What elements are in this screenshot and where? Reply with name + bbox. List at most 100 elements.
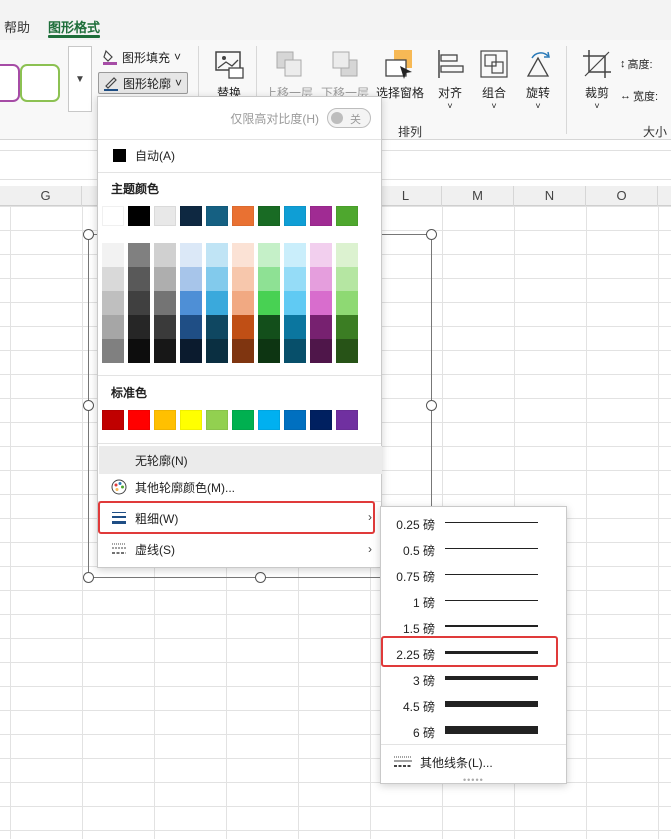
color-swatch[interactable] xyxy=(336,315,358,339)
resize-handle[interactable] xyxy=(83,572,94,583)
color-swatch[interactable] xyxy=(154,291,176,315)
dashes-item[interactable]: 虚线(S) › xyxy=(99,535,382,563)
color-swatch[interactable] xyxy=(336,206,358,226)
color-swatch[interactable] xyxy=(336,291,358,315)
color-swatch[interactable] xyxy=(258,315,280,339)
weight-option[interactable]: 0.75 磅 xyxy=(382,561,567,587)
color-swatch[interactable] xyxy=(128,410,150,430)
color-swatch[interactable] xyxy=(180,315,202,339)
color-swatch[interactable] xyxy=(284,206,306,226)
color-swatch[interactable] xyxy=(284,267,306,291)
shape-style-thumbnail[interactable] xyxy=(0,64,20,102)
color-swatch[interactable] xyxy=(154,315,176,339)
shape-styles-more-button[interactable]: ▼ xyxy=(68,46,92,112)
color-swatch[interactable] xyxy=(258,339,280,363)
color-swatch[interactable] xyxy=(180,339,202,363)
shape-fill-button[interactable]: 图形填充 ˅ xyxy=(98,46,188,68)
color-swatch[interactable] xyxy=(310,206,332,226)
color-swatch[interactable] xyxy=(154,206,176,226)
color-swatch[interactable] xyxy=(336,339,358,363)
color-swatch[interactable] xyxy=(102,206,124,226)
color-swatch[interactable] xyxy=(258,410,280,430)
color-swatch[interactable] xyxy=(284,243,306,267)
no-outline-item[interactable]: 无轮廓(N) xyxy=(99,446,382,474)
color-swatch[interactable] xyxy=(128,315,150,339)
color-swatch[interactable] xyxy=(206,291,228,315)
color-swatch[interactable] xyxy=(102,291,124,315)
more-lines-item[interactable]: 其他线条(L)... xyxy=(382,749,567,775)
column-header-g[interactable]: G xyxy=(10,186,82,206)
color-swatch[interactable] xyxy=(336,410,358,430)
color-swatch[interactable] xyxy=(128,291,150,315)
color-swatch[interactable] xyxy=(310,291,332,315)
color-swatch[interactable] xyxy=(102,410,124,430)
color-swatch[interactable] xyxy=(232,206,254,226)
color-swatch[interactable] xyxy=(154,267,176,291)
color-swatch[interactable] xyxy=(310,339,332,363)
color-swatch[interactable] xyxy=(284,291,306,315)
resize-handle[interactable] xyxy=(83,229,94,240)
color-swatch[interactable] xyxy=(258,267,280,291)
color-swatch[interactable] xyxy=(128,267,150,291)
color-swatch[interactable] xyxy=(310,315,332,339)
color-swatch[interactable] xyxy=(180,410,202,430)
color-swatch[interactable] xyxy=(102,339,124,363)
color-swatch[interactable] xyxy=(180,267,202,291)
color-swatch[interactable] xyxy=(336,243,358,267)
resize-handle[interactable] xyxy=(83,400,94,411)
color-swatch[interactable] xyxy=(206,410,228,430)
weight-option[interactable]: 1 磅 xyxy=(382,587,567,613)
tab-help[interactable]: 帮助 xyxy=(4,17,30,36)
color-swatch[interactable] xyxy=(258,291,280,315)
color-swatch[interactable] xyxy=(284,410,306,430)
resize-handle[interactable] xyxy=(255,572,266,583)
color-swatch[interactable] xyxy=(232,243,254,267)
color-swatch[interactable] xyxy=(128,339,150,363)
rotate-button[interactable]: 旋转 ˅ xyxy=(509,48,567,112)
resize-handle[interactable] xyxy=(426,400,437,411)
menu-resize-grip[interactable]: ••••• xyxy=(463,775,484,785)
color-swatch[interactable] xyxy=(310,267,332,291)
color-swatch[interactable] xyxy=(154,243,176,267)
weight-option[interactable]: 0.5 磅 xyxy=(382,535,567,561)
color-swatch[interactable] xyxy=(154,339,176,363)
shape-style-thumbnail[interactable] xyxy=(20,64,60,102)
weight-option[interactable]: 4.5 磅 xyxy=(382,691,567,717)
color-swatch[interactable] xyxy=(180,243,202,267)
shape-outline-button[interactable]: 图形轮廓 ˅ xyxy=(98,72,188,94)
color-swatch[interactable] xyxy=(284,339,306,363)
color-swatch[interactable] xyxy=(284,315,306,339)
color-swatch[interactable] xyxy=(232,339,254,363)
color-swatch[interactable] xyxy=(232,315,254,339)
more-outline-colors-item[interactable]: 其他轮廓颜色(M)... xyxy=(99,473,382,501)
color-swatch[interactable] xyxy=(258,243,280,267)
color-swatch[interactable] xyxy=(206,339,228,363)
color-swatch[interactable] xyxy=(206,315,228,339)
shape-height-field[interactable]: ↕ 高度: xyxy=(620,56,653,72)
column-header-n[interactable]: N xyxy=(514,186,586,206)
weight-option[interactable]: 3 磅 xyxy=(382,665,567,691)
color-swatch[interactable] xyxy=(336,267,358,291)
color-swatch[interactable] xyxy=(180,291,202,315)
column-header-m[interactable]: M xyxy=(442,186,514,206)
automatic-color-item[interactable]: 自动(A) xyxy=(99,141,382,169)
weight-option[interactable]: 6 磅 xyxy=(382,717,567,743)
color-swatch[interactable] xyxy=(206,206,228,226)
color-swatch[interactable] xyxy=(232,291,254,315)
color-swatch[interactable] xyxy=(180,206,202,226)
crop-button[interactable]: 裁剪 ˅ xyxy=(568,48,626,112)
color-swatch[interactable] xyxy=(128,206,150,226)
color-swatch[interactable] xyxy=(258,206,280,226)
high-contrast-toggle[interactable]: 关 xyxy=(327,108,371,128)
shape-width-field[interactable]: ↔ 宽度: xyxy=(620,88,658,104)
color-swatch[interactable] xyxy=(232,410,254,430)
weight-option[interactable]: 0.25 磅 xyxy=(382,509,567,535)
color-swatch[interactable] xyxy=(232,267,254,291)
color-swatch[interactable] xyxy=(102,315,124,339)
color-swatch[interactable] xyxy=(310,243,332,267)
color-swatch[interactable] xyxy=(206,267,228,291)
color-swatch[interactable] xyxy=(154,410,176,430)
color-swatch[interactable] xyxy=(128,243,150,267)
resize-handle[interactable] xyxy=(426,229,437,240)
tab-shape-format[interactable]: 图形格式 xyxy=(48,17,100,36)
